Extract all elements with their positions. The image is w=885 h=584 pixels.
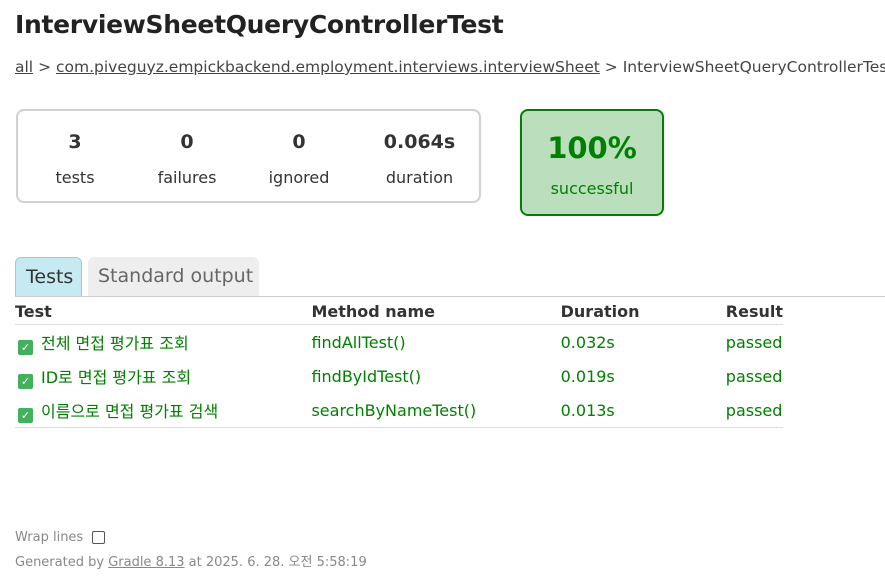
test-name: 전체 면접 평가표 조회 [41, 333, 189, 353]
ignored-count: 0 [292, 131, 306, 153]
wrap-lines-checkbox[interactable] [92, 531, 106, 544]
result-cell: passed [725, 393, 783, 428]
breadcrumb-link-all[interactable]: all [15, 58, 33, 76]
check-icon: ✓ [18, 373, 33, 389]
duration-value: 0.064s [383, 131, 456, 153]
duration-cell: 0.032s [560, 332, 615, 352]
breadcrumb: all > com.piveguyz.empickbackend.employm… [15, 58, 885, 76]
method-name-cell: searchByNameTest() [311, 393, 561, 428]
duration-cell: 0.019s [560, 366, 615, 386]
result-cell: passed [725, 332, 783, 352]
check-icon: ✓ [18, 407, 33, 423]
ignored-label: ignored [268, 168, 330, 187]
tests-count: 3 [68, 131, 82, 153]
tab-tests[interactable]: Tests [15, 257, 82, 296]
success-rate-box: 100% successful [520, 109, 664, 216]
result-cell: passed [725, 366, 783, 386]
check-icon: ✓ [18, 339, 33, 355]
summary-box: 3 tests 0 failures 0 ignored 0.064s dura… [16, 109, 481, 203]
test-name: ID로 면접 평가표 조회 [41, 367, 192, 387]
gradle-link[interactable]: Gradle 8.13 [108, 555, 184, 570]
failures-label: failures [157, 168, 217, 187]
page-title: InterviewSheetQueryControllerTest [15, 10, 504, 39]
column-header-result: Result [725, 298, 783, 325]
failures-count: 0 [180, 131, 194, 153]
test-name-cell: ✓ 전체 면접 평가표 조회 [15, 325, 311, 360]
duration-cell: 0.013s [560, 393, 726, 428]
success-label: successful [550, 179, 634, 198]
breadcrumb-separator: > [604, 58, 618, 76]
test-results-table: Test Method name Duration Result ✓ 전체 면접 … [15, 298, 783, 428]
method-name-cell: findAllTest() [311, 332, 406, 352]
success-percent: 100% [547, 131, 637, 165]
table-row: ✓ 전체 면접 평가표 조회 findAllTest() 0.032s passe… [15, 325, 783, 360]
breadcrumb-link-package[interactable]: com.piveguyz.empickbackend.employment.in… [56, 58, 600, 76]
test-name-cell: ✓ ID로 면접 평가표 조회 [15, 359, 311, 393]
table-header-row: Test Method name Duration Result [15, 298, 783, 325]
method-name-cell: findByIdTest() [311, 366, 422, 386]
breadcrumb-separator: > [38, 58, 52, 76]
wrap-lines-control: Wrap lines [15, 530, 106, 545]
column-header-method: Method name [311, 298, 561, 325]
table-row: ✓ 이름으로 면접 평가표 검색 searchByNameTest() 0.013… [15, 393, 783, 428]
test-name-cell: ✓ 이름으로 면접 평가표 검색 [15, 393, 312, 428]
tab-divider [15, 296, 885, 297]
test-report-page: InterviewSheetQueryControllerTest all > … [0, 0, 885, 584]
table-row: ✓ ID로 면접 평가표 조회 findByIdTest() 0.019s pas… [15, 359, 783, 393]
column-header-test: Test [15, 298, 312, 325]
test-name: 이름으로 면접 평가표 검색 [41, 401, 219, 421]
generated-timestamp: at 2025. 6. 28. 오전 5:58:19 [188, 555, 367, 570]
wrap-lines-label: Wrap lines [15, 530, 84, 545]
generated-footer: Generated by Gradle 8.13 at 2025. 6. 28.… [15, 551, 367, 570]
duration-label: duration [385, 168, 454, 187]
tab-standard-output[interactable]: Standard output [88, 257, 259, 296]
breadcrumb-current: InterviewSheetQueryControllerTest [622, 58, 885, 76]
tests-label: tests [55, 168, 95, 187]
column-header-duration: Duration [560, 298, 726, 325]
generated-prefix: Generated by [15, 555, 105, 570]
